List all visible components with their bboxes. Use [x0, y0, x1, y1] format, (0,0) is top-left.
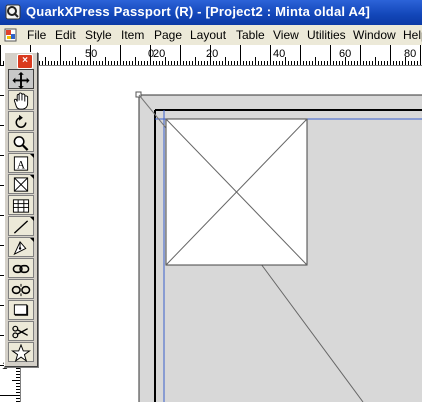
table-icon	[12, 199, 30, 213]
text-box-icon: A	[13, 156, 29, 171]
layout-canvas[interactable]	[21, 66, 422, 402]
document-page-view	[21, 66, 422, 402]
ruler-label: 20	[153, 48, 165, 60]
menu-table[interactable]: Table	[236, 28, 265, 42]
menu-window[interactable]: Window	[353, 28, 396, 42]
menu-file[interactable]: File	[27, 28, 46, 42]
submenu-arrow-icon	[30, 154, 34, 158]
menu-item[interactable]: Item	[121, 28, 144, 42]
horizontal-ruler-ticks: 50 20 0 20 40 60 80	[0, 45, 421, 65]
menu-layout[interactable]: Layout	[190, 28, 226, 42]
hand-icon	[13, 92, 29, 110]
magnifier-icon	[13, 136, 29, 151]
ruler-label: 0	[148, 48, 154, 60]
move-arrows-icon	[12, 71, 30, 89]
star-icon	[11, 344, 31, 362]
submenu-arrow-icon	[30, 217, 34, 221]
svg-text:A: A	[17, 159, 26, 171]
menu-view[interactable]: View	[273, 28, 299, 42]
submenu-arrow-icon	[30, 175, 34, 179]
line-tool[interactable]	[8, 216, 34, 236]
item-tool[interactable]	[8, 69, 34, 89]
pen-icon	[13, 240, 27, 256]
picture-box[interactable]	[165, 118, 308, 266]
menu-bar: File Edit Style Item Page Layout Table V…	[0, 25, 422, 45]
composition-zone-tool[interactable]	[8, 300, 34, 320]
ruler-label: 20	[206, 48, 218, 60]
menu-help[interactable]: Help	[403, 28, 422, 42]
rectangle-icon	[13, 304, 29, 316]
horizontal-ruler[interactable]: 50 20 0 20 40 60 80	[0, 45, 422, 66]
chain-link-icon	[12, 264, 30, 274]
menu-edit[interactable]: Edit	[55, 28, 76, 42]
ruler-label: 80	[404, 48, 416, 60]
window-title: QuarkXPress Passport (R) - [Project2 : M…	[26, 4, 371, 19]
rotation-tool[interactable]	[8, 111, 34, 131]
submenu-arrow-icon	[30, 238, 34, 242]
grabber-tool[interactable]	[8, 90, 34, 110]
ruler-label: 60	[339, 48, 351, 60]
quarkxpress-app-icon[interactable]	[5, 4, 21, 20]
picture-box-tool[interactable]	[8, 174, 34, 194]
unlinking-tool[interactable]	[8, 279, 34, 299]
rotate-icon	[15, 114, 27, 128]
title-bar: QuarkXPress Passport (R) - [Project2 : M…	[0, 0, 422, 25]
ruler-label: 40	[273, 48, 285, 60]
menu-page[interactable]: Page	[154, 28, 182, 42]
picture-box-icon	[13, 177, 29, 192]
scissors-icon	[12, 325, 28, 339]
broken-chain-icon	[11, 283, 31, 297]
menu-style[interactable]: Style	[85, 28, 112, 42]
ruler-label: 50	[85, 48, 97, 60]
close-icon[interactable]: ×	[17, 54, 33, 69]
line-icon	[13, 220, 29, 234]
document-icon[interactable]	[3, 27, 19, 43]
scissors-tool[interactable]	[8, 321, 34, 341]
zoom-tool[interactable]	[8, 132, 34, 152]
starburst-tool[interactable]	[8, 342, 34, 362]
table-tool[interactable]	[8, 195, 34, 215]
menu-utilities[interactable]: Utilities	[307, 28, 346, 42]
tools-palette[interactable]: × A	[4, 52, 38, 367]
text-box-tool[interactable]: A	[8, 153, 34, 173]
linking-tool[interactable]	[8, 258, 34, 278]
bezier-tool[interactable]	[8, 237, 34, 257]
